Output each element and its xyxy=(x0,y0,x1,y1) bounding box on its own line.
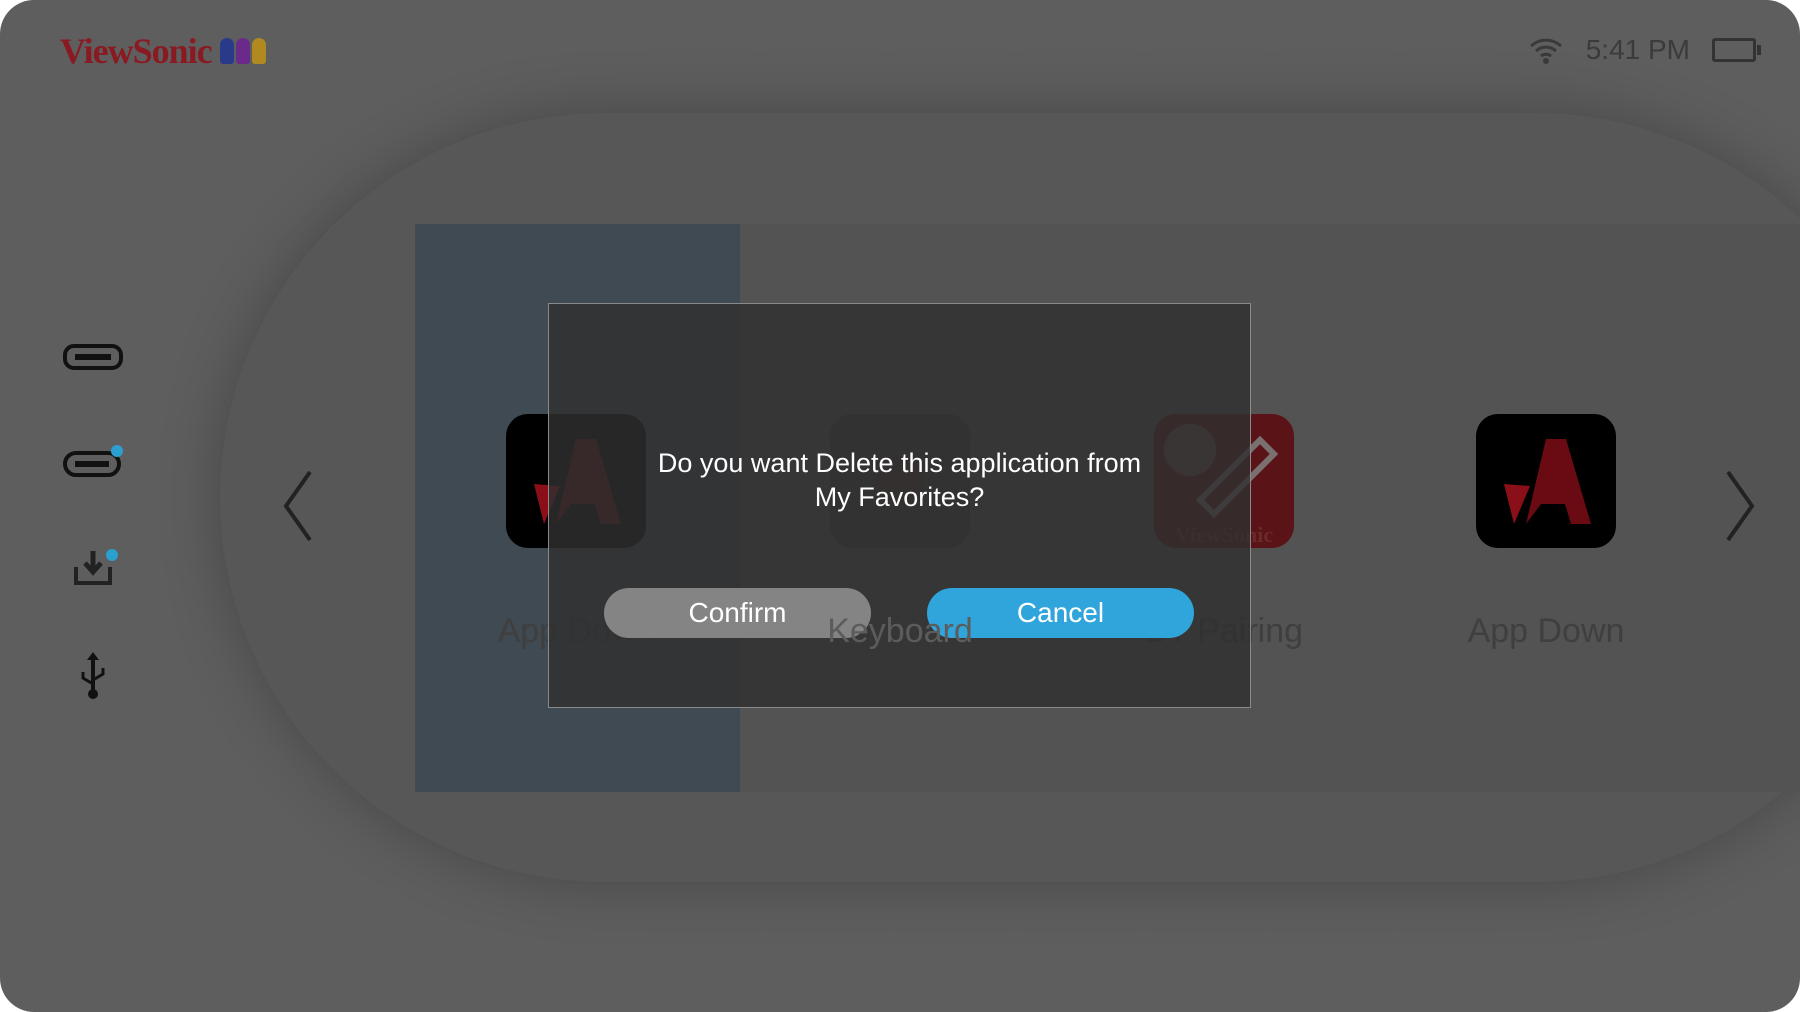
clock: 5:41 PM xyxy=(1585,34,1690,65)
previous-arrow-icon[interactable] xyxy=(278,466,318,546)
birds-logo-icon xyxy=(219,38,266,64)
app-tile-app-down-2[interactable] xyxy=(1476,414,1616,548)
battery-charging-icon xyxy=(1712,38,1761,62)
wifi-icon xyxy=(1529,38,1562,64)
usb-c-icon[interactable] xyxy=(62,441,124,481)
next-arrow-icon[interactable] xyxy=(1720,466,1760,546)
dialog-message-line1: Do you want Delete this application from xyxy=(657,448,1142,478)
usb-icon[interactable] xyxy=(62,650,124,700)
hdmi-icon[interactable] xyxy=(62,337,124,377)
brand-text: ViewSonic xyxy=(60,31,213,71)
app-label: App Down xyxy=(1467,612,1625,650)
dialog-message-line2: My Favorites? xyxy=(814,482,985,512)
dialog-message: Do you want Delete this application from… xyxy=(549,446,1250,514)
download-icon[interactable] xyxy=(62,547,124,587)
app-label: Keyboard xyxy=(827,612,973,650)
home-screen: ViewSonic 5:41 PM ViewSonic App Down Key… xyxy=(0,0,1800,1012)
viewsonic-logo: ViewSonic xyxy=(60,30,266,72)
status-bar: 5:41 PM xyxy=(1528,34,1761,66)
app-download-icon xyxy=(1504,439,1591,524)
